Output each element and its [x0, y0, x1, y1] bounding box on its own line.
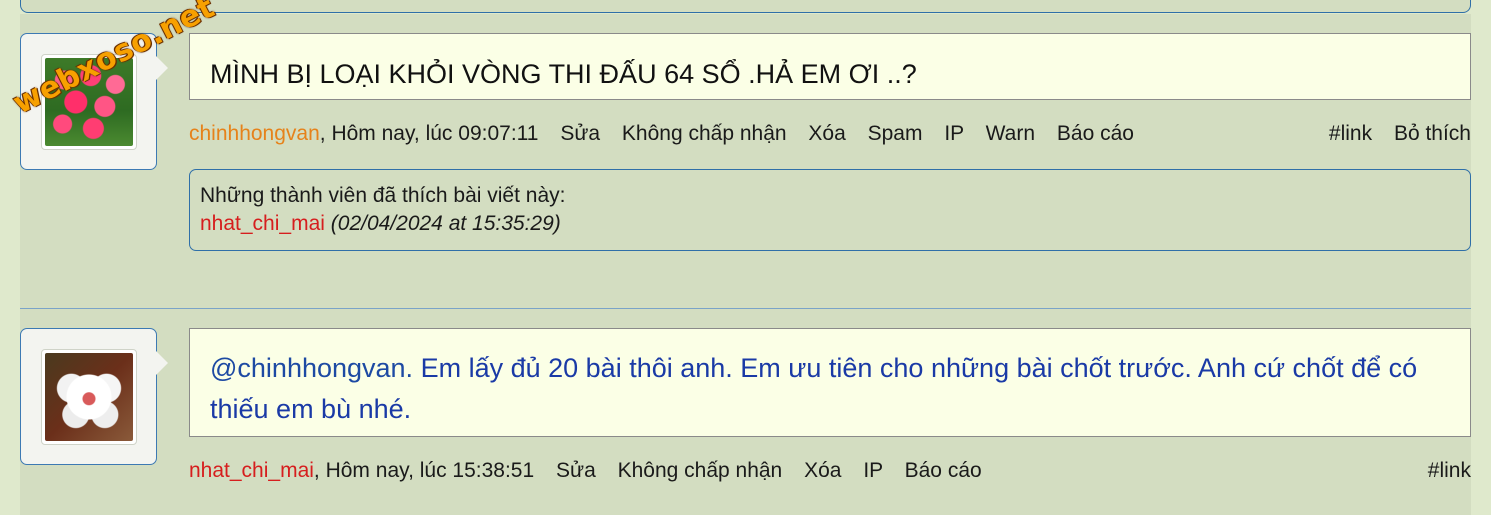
likes-heading: Những thành viên đã thích bài viết này:	[200, 184, 566, 207]
mention-link[interactable]: @chinhhongvan.	[210, 353, 413, 383]
ip-link[interactable]: IP	[863, 459, 882, 482]
report-link[interactable]: Báo cáo	[1057, 122, 1134, 145]
post-right-actions: #link	[1412, 459, 1471, 483]
report-link[interactable]: Báo cáo	[905, 459, 982, 482]
unlike-link[interactable]: Bỏ thích	[1394, 122, 1471, 145]
liked-time: (02/04/2024 at 15:35:29)	[330, 212, 561, 235]
delete-link[interactable]: Xóa	[808, 122, 845, 145]
likes-panel: Những thành viên đã thích bài viết này: …	[189, 169, 1471, 251]
author-link[interactable]: chinhhongvan	[189, 122, 320, 145]
avatar-image	[45, 353, 133, 441]
edit-link[interactable]: Sửa	[560, 122, 600, 145]
avatar[interactable]	[41, 349, 137, 445]
post-content: MÌNH BỊ LOẠI KHỎI VÒNG THI ĐẤU 64 SỔ .HẢ…	[189, 33, 1471, 100]
liker-link[interactable]: nhat_chi_mai	[200, 212, 325, 235]
permalink[interactable]: #link	[1428, 459, 1471, 482]
edit-link[interactable]: Sửa	[556, 459, 596, 482]
spam-link[interactable]: Spam	[868, 122, 923, 145]
reject-link[interactable]: Không chấp nhận	[618, 459, 783, 482]
post-title: MÌNH BỊ LOẠI KHỎI VÒNG THI ĐẤU 64 SỔ .HẢ…	[210, 59, 917, 89]
author-link[interactable]: nhat_chi_mai	[189, 459, 314, 482]
permalink[interactable]: #link	[1329, 122, 1372, 145]
warn-link[interactable]: Warn	[986, 122, 1035, 145]
reject-link[interactable]: Không chấp nhận	[622, 122, 787, 145]
previous-post-bottom	[20, 0, 1471, 13]
post-meta: chinhhongvan, Hôm nay, lúc 09:07:11 Sửa …	[189, 122, 1471, 146]
avatar-card	[20, 328, 168, 465]
post-right-actions: #link Bỏ thích	[1313, 122, 1471, 146]
post-content: @chinhhongvan. Em lấy đủ 20 bài thôi anh…	[189, 328, 1471, 437]
delete-link[interactable]: Xóa	[804, 459, 841, 482]
post-time: , Hôm nay, lúc 15:38:51	[313, 459, 535, 482]
ip-link[interactable]: IP	[944, 122, 963, 145]
post-body: @chinhhongvan. Em lấy đủ 20 bài thôi anh…	[210, 348, 1430, 430]
post-time: , Hôm nay, lúc 09:07:11	[319, 122, 539, 145]
post-meta: nhat_chi_mai, Hôm nay, lúc 15:38:51 Sửa …	[189, 459, 1471, 483]
